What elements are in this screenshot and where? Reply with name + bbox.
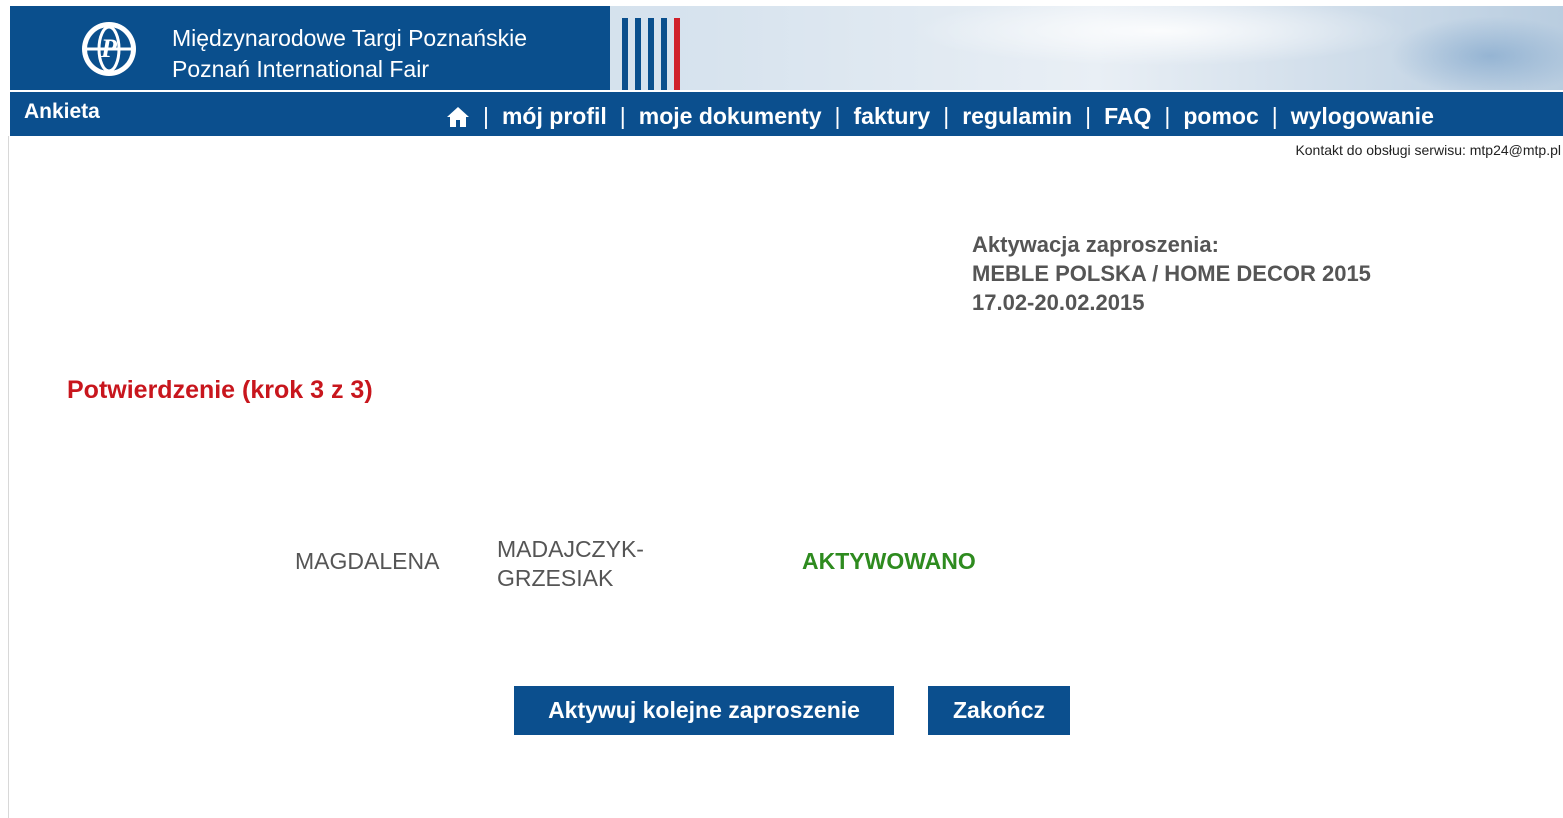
- nav-links: | mój profil | moje dokumenty | faktury …: [446, 103, 1434, 130]
- invitation-dates: 17.02-20.02.2015: [972, 290, 1145, 315]
- home-icon[interactable]: [446, 106, 470, 128]
- finish-button[interactable]: Zakończ: [928, 686, 1070, 735]
- page-left-border: [8, 136, 9, 818]
- nav-separator: |: [619, 103, 626, 129]
- header-banner: P Międzynarodowe Targi Poznańskie Poznań…: [10, 6, 1563, 90]
- nav-link-regulations[interactable]: regulamin: [962, 103, 1072, 130]
- nav-separator: |: [1271, 103, 1278, 129]
- nav-separator: |: [483, 103, 489, 129]
- invitation-heading: Aktywacja zaproszenia:: [972, 232, 1219, 257]
- person-last-name: MADAJCZYK-GRZESIAK: [497, 536, 644, 591]
- nav-link-faq[interactable]: FAQ: [1104, 103, 1151, 130]
- person-first-name: MAGDALENA: [295, 548, 440, 574]
- nav-link-logout[interactable]: wylogowanie: [1291, 103, 1434, 130]
- nav-link-my-documents[interactable]: moje dokumenty: [639, 103, 822, 130]
- nav-link-help[interactable]: pomoc: [1183, 103, 1258, 130]
- nav-separator: |: [1085, 103, 1092, 129]
- brand-block: P Międzynarodowe Targi Poznańskie Poznań…: [10, 6, 610, 90]
- nav-separator: |: [834, 103, 841, 129]
- nav-separator: |: [943, 103, 950, 129]
- nav-link-invoices[interactable]: faktury: [854, 103, 931, 130]
- brand-name-pl: Międzynarodowe Targi Poznańskie: [172, 25, 527, 51]
- activate-next-invitation-button[interactable]: Aktywuj kolejne zaproszenie: [514, 686, 894, 735]
- step-title: Potwierdzenie (krok 3 z 3): [67, 376, 373, 404]
- mtp-globe-logo-icon: P: [82, 22, 136, 76]
- service-contact-text: Kontakt do obsługi serwisu: mtp24@mtp.pl: [1295, 142, 1561, 158]
- nav-separator: |: [1164, 103, 1171, 129]
- activation-status: AKTYWOWANO: [802, 548, 976, 574]
- svg-text:P: P: [100, 34, 118, 63]
- top-navigation: Ankieta | mój profil | moje dokumenty | …: [10, 92, 1563, 136]
- nav-title: Ankieta: [24, 100, 100, 123]
- brand-name-en: Poznań International Fair: [172, 56, 429, 82]
- invitation-info: Aktywacja zaproszenia: MEBLE POLSKA / HO…: [972, 230, 1371, 317]
- nav-link-my-profile[interactable]: mój profil: [502, 103, 607, 130]
- page: P Międzynarodowe Targi Poznańskie Poznań…: [0, 0, 1563, 818]
- invitation-event: MEBLE POLSKA / HOME DECOR 2015: [972, 261, 1371, 286]
